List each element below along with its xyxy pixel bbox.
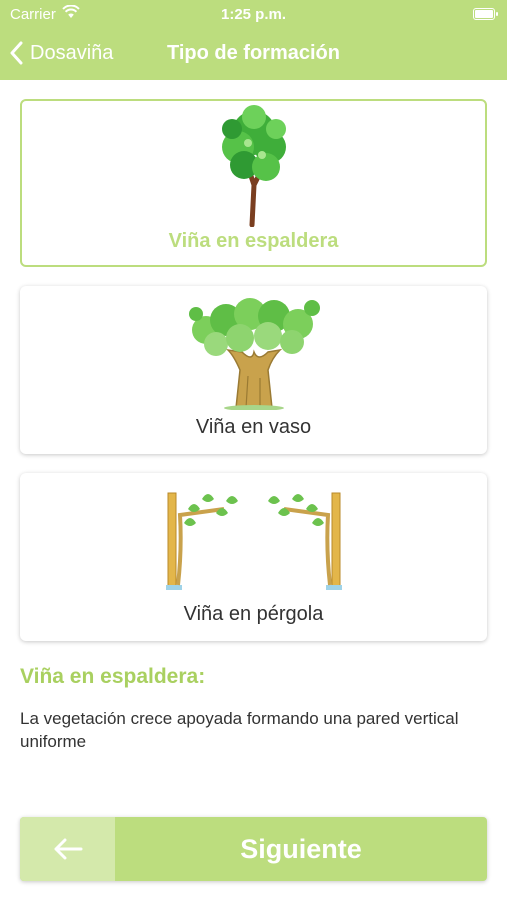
vaso-vine-illustration [20, 286, 487, 414]
navigation-bar: Dosaviña Tipo de formación [0, 28, 507, 80]
arrow-left-icon [54, 838, 82, 860]
next-button[interactable]: Siguiente [115, 817, 487, 881]
footer-bar: Siguiente [20, 817, 487, 881]
option-label: Viña en pérgola [183, 603, 324, 625]
description-text: La vegetación crece apoyada formando una… [20, 709, 459, 751]
description-title: Viña en espaldera: [20, 665, 206, 688]
page-title: Tipo de formación [167, 42, 340, 64]
status-bar: Carrier 1:25 p.m. [0, 0, 507, 28]
option-label: Viña en vaso [195, 416, 312, 438]
status-time: 1:25 p.m. [220, 6, 287, 23]
previous-button[interactable] [20, 817, 115, 881]
option-label: Viña en espaldera [168, 230, 339, 252]
option-card-espaldera[interactable]: Viña en espaldera [20, 99, 487, 267]
battery-icon [473, 8, 498, 20]
top-bar: Carrier 1:25 p.m. Dosaviña Tipo de forma… [0, 0, 507, 80]
espaldera-vine-illustration [22, 101, 485, 229]
option-card-pergola[interactable]: Viña en pérgola [20, 473, 487, 641]
pergola-vine-illustration [20, 473, 487, 601]
option-card-vaso[interactable]: Viña en vaso [20, 286, 487, 454]
